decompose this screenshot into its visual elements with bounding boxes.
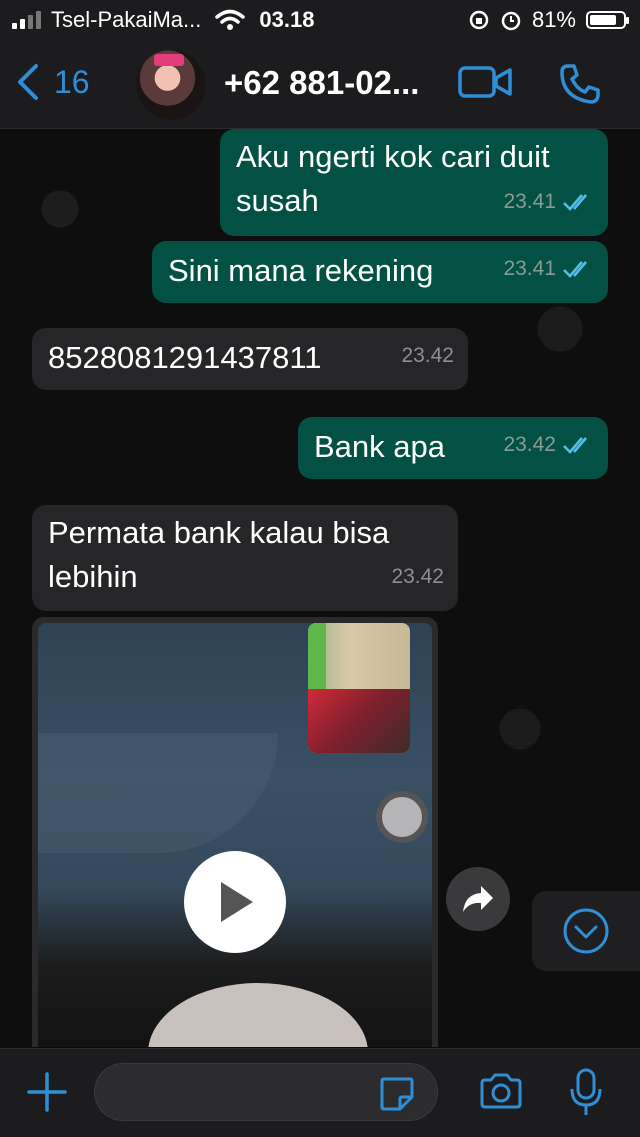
forward-button[interactable] [446, 867, 510, 931]
forward-icon [463, 886, 493, 912]
wifi-icon [215, 9, 246, 30]
video-thumbnail[interactable] [38, 623, 432, 1047]
chevron-down-icon [563, 908, 609, 954]
pip-preview [308, 623, 410, 753]
camera-icon[interactable] [478, 1071, 524, 1111]
double-check-read-icon [563, 261, 587, 278]
orientation-lock-icon [469, 10, 489, 30]
chevron-left-icon [18, 64, 38, 100]
message-composer [0, 1048, 640, 1137]
battery-percent: 81% [531, 7, 576, 32]
message-time: 23.41 [503, 257, 556, 280]
scroll-to-bottom-button[interactable] [532, 891, 640, 971]
double-check-read-icon [563, 194, 587, 211]
record-dot [376, 791, 428, 843]
message-text: Permata bank kalau bisa lebihin [48, 515, 390, 594]
message-incoming[interactable]: Permata bank kalau bisa lebihin 23.42 [32, 505, 458, 611]
message-text: Sini mana rekening [168, 253, 434, 288]
carrier-name: Tsel-PakaiMa... [51, 7, 202, 32]
back-button[interactable]: 16 [16, 62, 90, 102]
unread-count: 16 [54, 63, 90, 100]
plus-icon[interactable] [26, 1071, 68, 1113]
message-text: 8528081291437811 [48, 340, 322, 375]
message-text: Bank apa [314, 429, 445, 464]
chat-area[interactable]: Aku ngerti kok cari duit susah 23.41 Sin… [0, 129, 640, 1047]
double-check-read-icon [563, 437, 587, 454]
video-call-icon[interactable] [458, 64, 512, 100]
message-time: 23.42 [503, 433, 556, 456]
message-incoming[interactable]: 8528081291437811 23.42 [32, 328, 468, 390]
alarm-icon [501, 11, 521, 31]
contact-avatar[interactable] [136, 50, 206, 120]
status-bar: Tsel-PakaiMa... 03.18 81% [0, 0, 640, 40]
video-message[interactable] [32, 617, 438, 1047]
status-time: 03.18 [259, 7, 315, 32]
play-button[interactable] [184, 851, 286, 953]
voice-call-icon[interactable] [558, 62, 602, 106]
battery-icon [586, 11, 629, 29]
sticker-icon[interactable] [378, 1075, 416, 1113]
contact-name[interactable]: +62 881-02... [224, 64, 439, 102]
battery-level [590, 15, 616, 25]
message-outgoing[interactable]: Bank apa 23.42 [298, 417, 608, 479]
play-icon [221, 882, 253, 922]
message-time: 23.42 [401, 344, 454, 367]
signal-strength-icon [12, 11, 41, 29]
message-outgoing[interactable]: Sini mana rekening 23.41 [152, 241, 608, 303]
message-time: 23.42 [391, 565, 444, 588]
message-time: 23.41 [503, 190, 556, 213]
microphone-icon[interactable] [568, 1067, 604, 1119]
message-outgoing[interactable]: Aku ngerti kok cari duit susah 23.41 [220, 129, 608, 236]
chat-header: 16 +62 881-02... [0, 40, 640, 129]
